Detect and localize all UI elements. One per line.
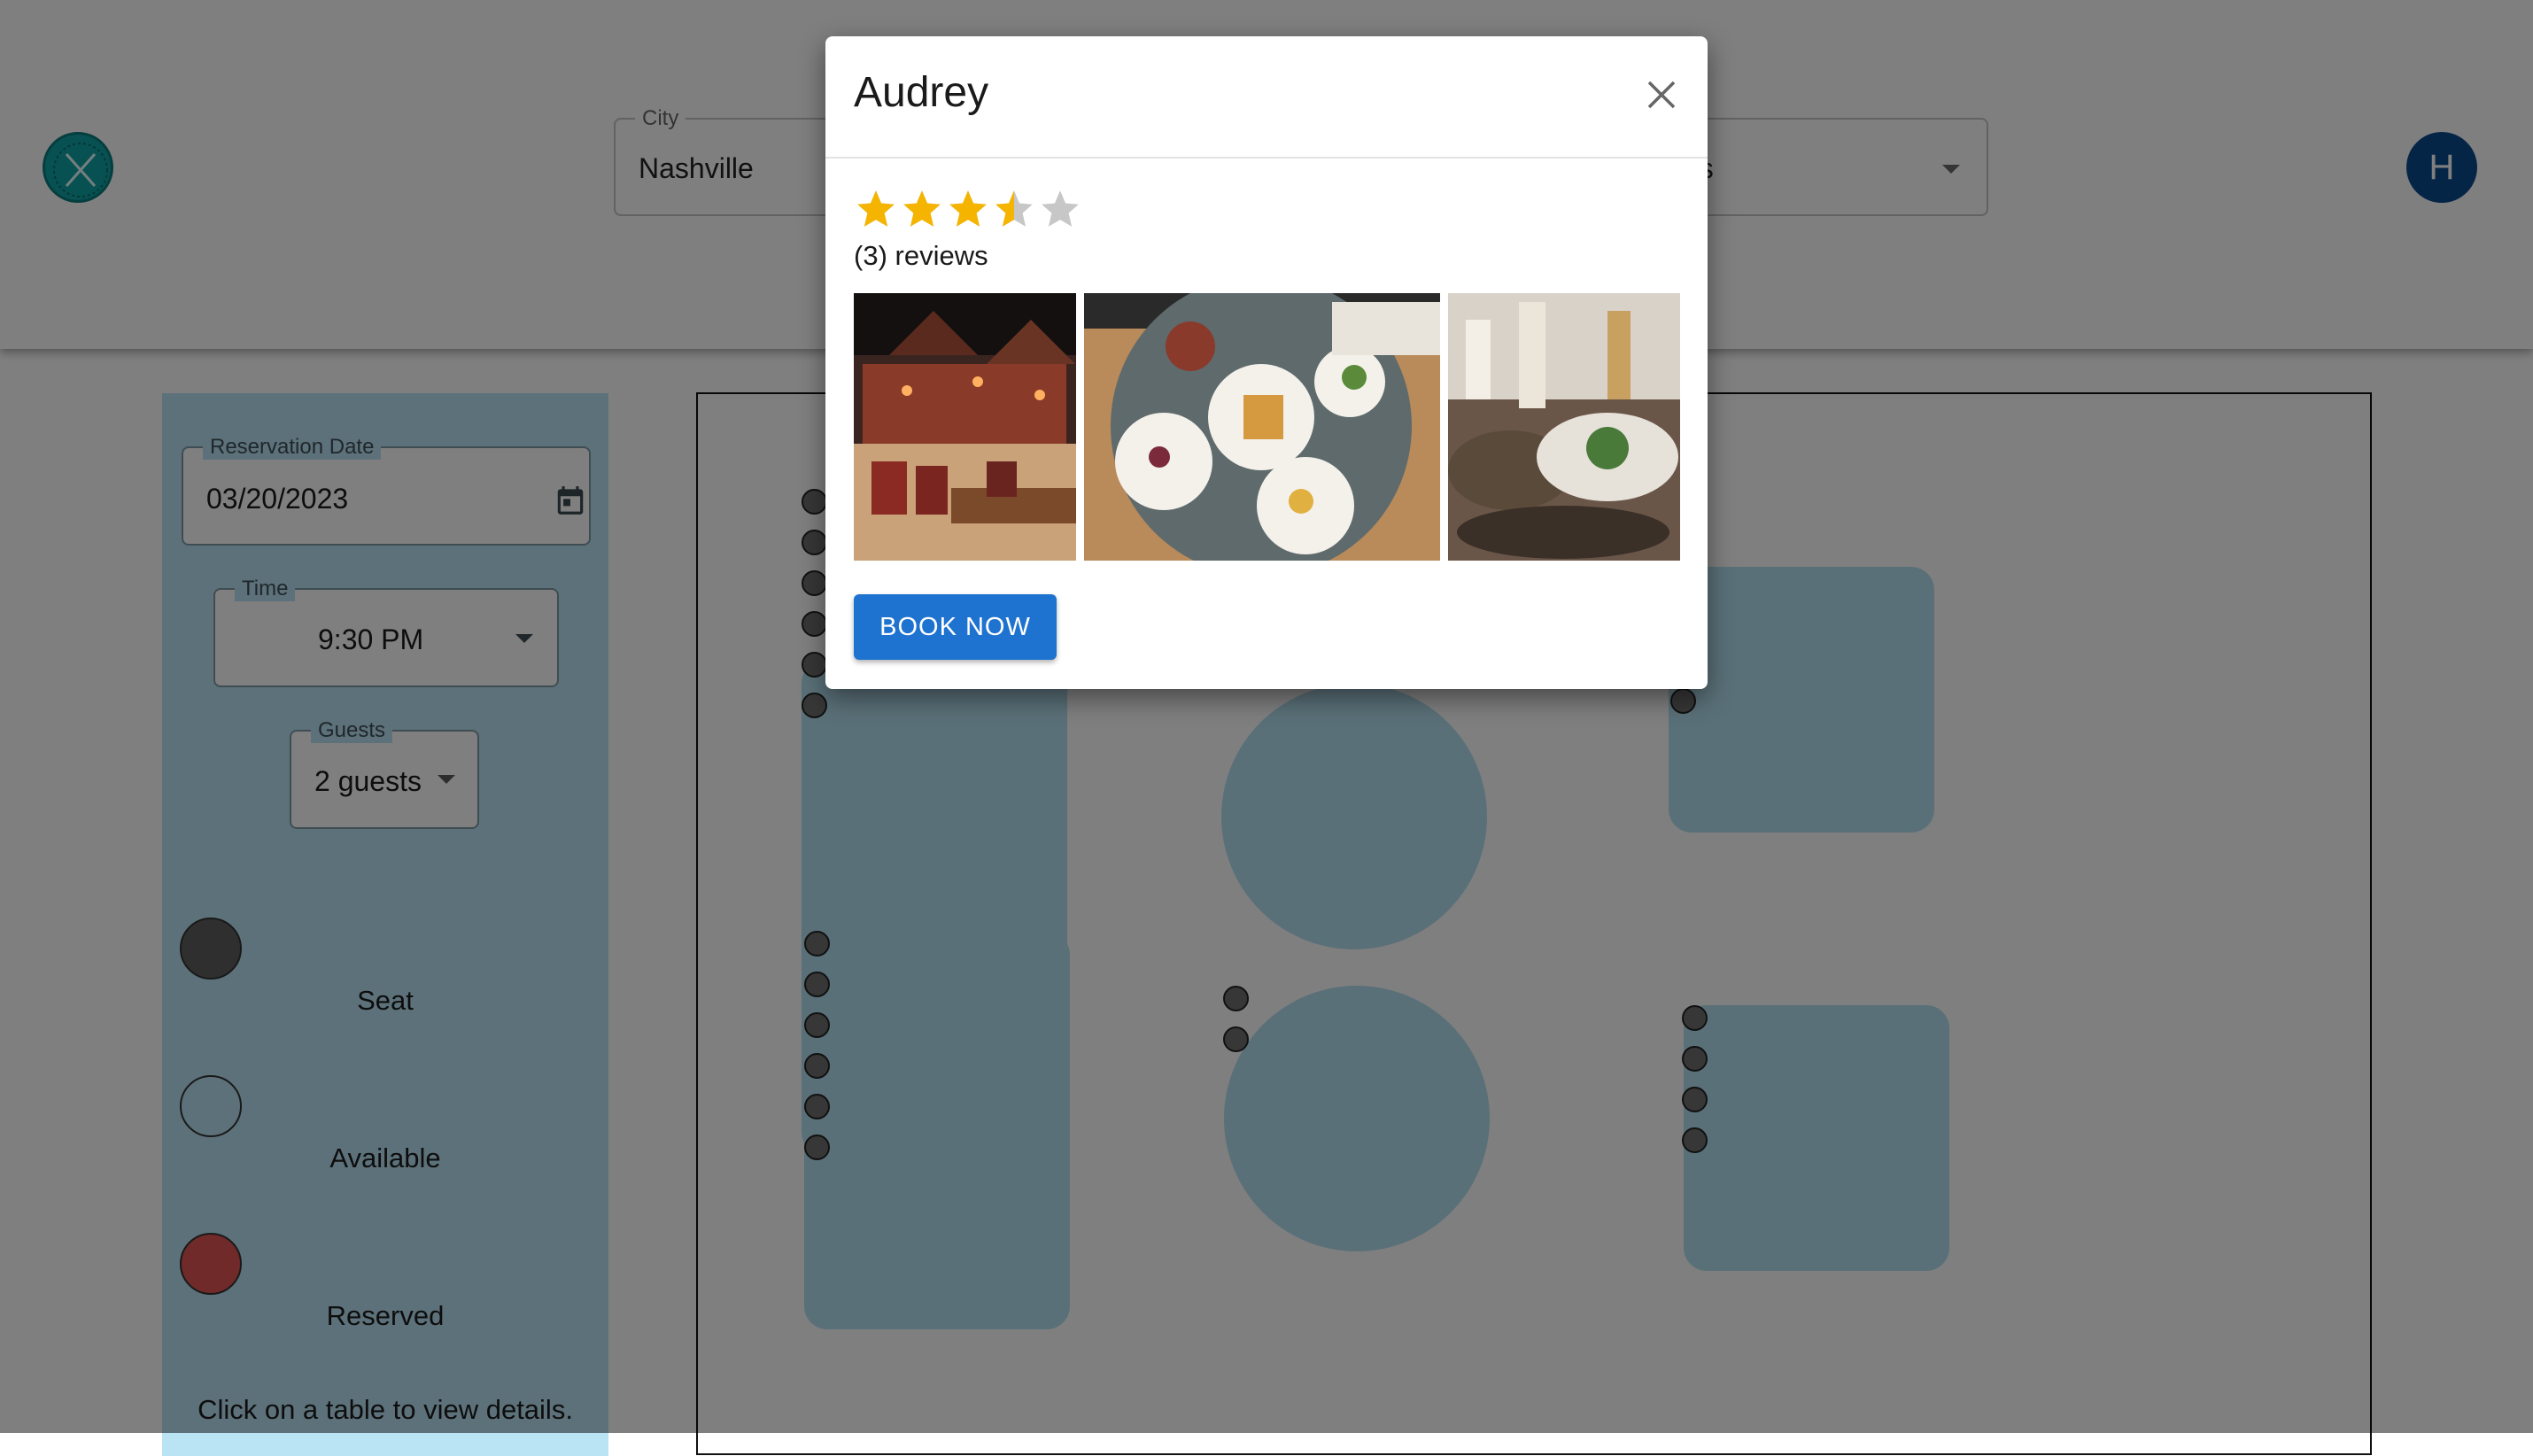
star-icon xyxy=(857,190,895,227)
restaurant-interior-photo xyxy=(854,293,1076,561)
restaurant-name: Audrey xyxy=(854,69,989,116)
close-icon[interactable] xyxy=(1644,77,1679,112)
star-rating xyxy=(854,187,1084,236)
star-icon xyxy=(1042,190,1079,227)
wine-dinner-photo xyxy=(1448,293,1680,561)
brunch-table-photo xyxy=(1084,293,1440,561)
star-icon xyxy=(995,190,1033,227)
star-icon xyxy=(949,190,987,227)
review-count: (3) reviews xyxy=(854,240,988,271)
restaurant-details-dialog: Audrey (3) reviews BOOK NOW xyxy=(825,36,1708,689)
book-now-button[interactable]: BOOK NOW xyxy=(854,594,1057,660)
star-icon xyxy=(903,190,941,227)
dialog-divider xyxy=(825,157,1708,159)
